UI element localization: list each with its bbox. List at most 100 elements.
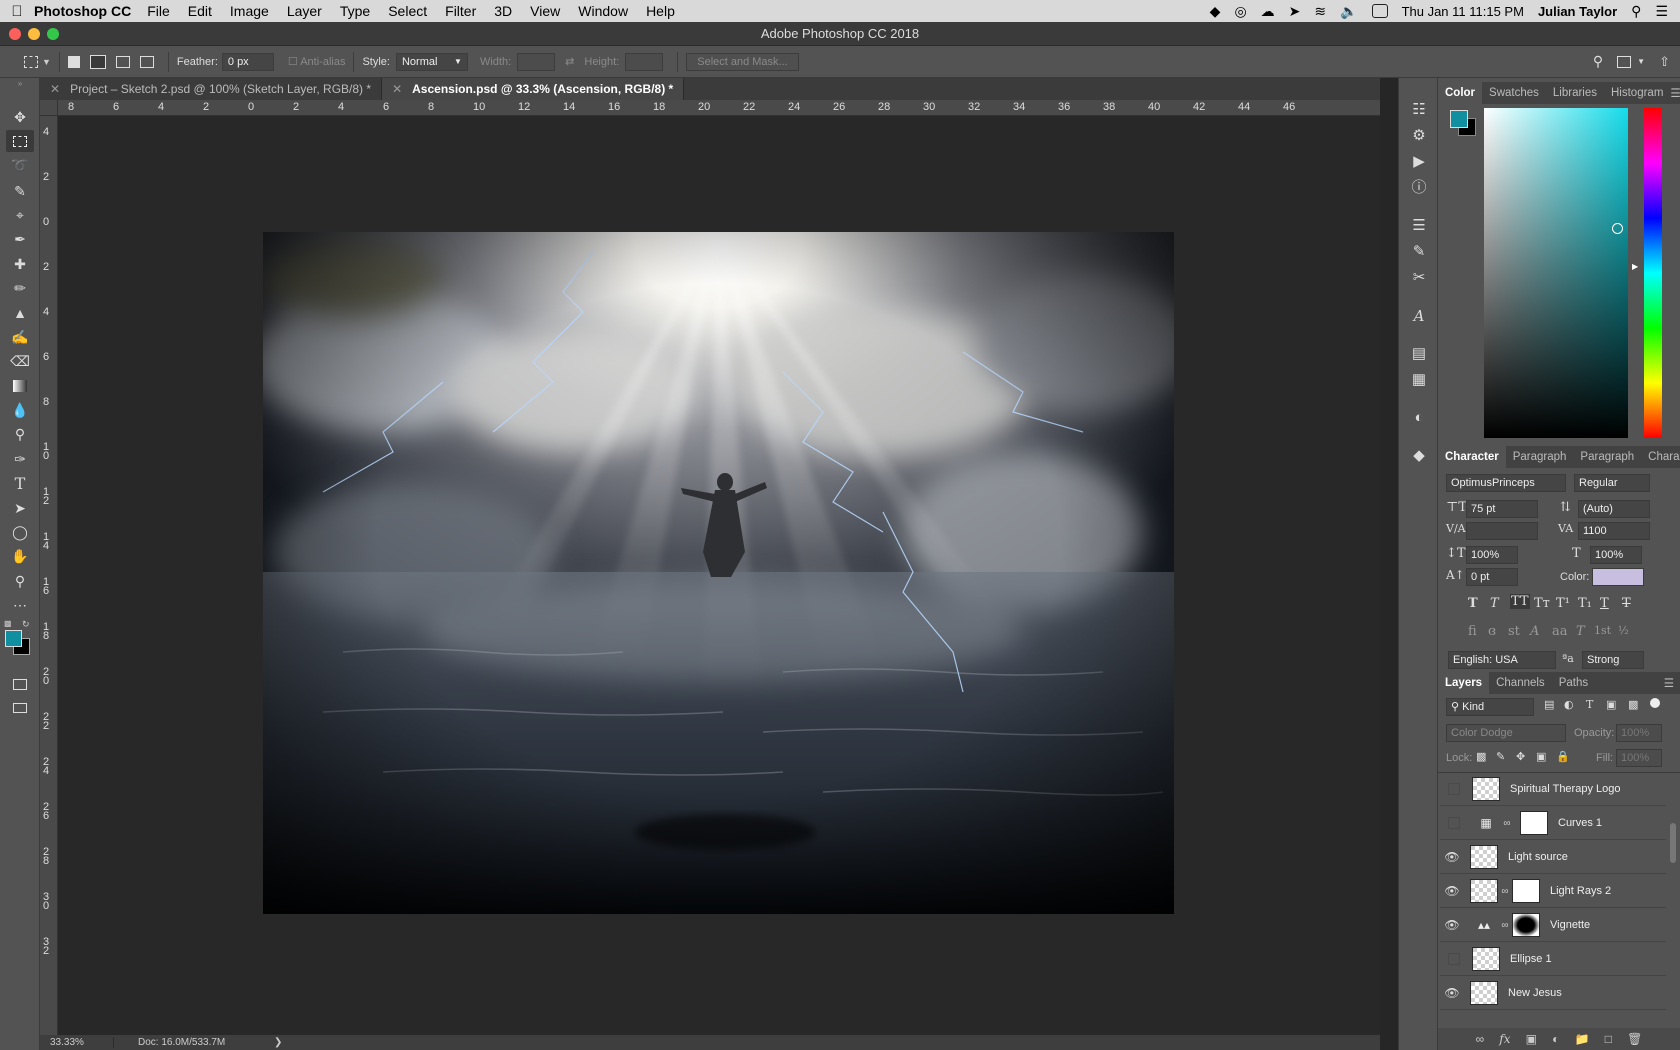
ordinals-icon[interactable]: 1st (1594, 624, 1611, 637)
volume-icon[interactable]: 🔈 (1340, 3, 1357, 20)
text-color-swatch[interactable] (1592, 568, 1644, 586)
subscript-icon[interactable]: T₁ (1578, 596, 1592, 611)
healing-brush-tool-icon[interactable]: ✚ (6, 253, 34, 275)
eye-icon[interactable]: 👁 (1440, 986, 1464, 1000)
canvas-area[interactable] (58, 116, 1380, 1035)
layer-filter-select[interactable]: ⚲ Kind (1446, 698, 1534, 716)
select-and-mask-button[interactable]: Select and Mask... (686, 52, 799, 71)
menu-3d[interactable]: 3D (494, 3, 512, 19)
tab-color[interactable]: Color (1438, 82, 1483, 104)
layer-row[interactable]: 👁 New Jesus (1440, 977, 1666, 1010)
layers-scrollbar[interactable] (1670, 823, 1676, 863)
visibility-toggle[interactable] (1448, 817, 1460, 829)
layer-row[interactable]: ▦ ∞ Curves 1 (1440, 807, 1666, 840)
layer-row[interactable]: 👁 ▴▴ ∞ Vignette (1440, 909, 1666, 942)
path-selection-tool-icon[interactable]: ➤ (6, 497, 34, 519)
layers-list[interactable]: Spiritual Therapy Logo ▦ ∞ Curves 1 👁 Li… (1438, 772, 1680, 1028)
styles-panel-icon[interactable]: ◐ (1409, 408, 1429, 428)
tab-layers[interactable]: Layers (1438, 672, 1490, 694)
glyphs-panel-icon[interactable]: A (1409, 306, 1429, 326)
blend-mode-select[interactable]: Color Dodge (1446, 724, 1566, 742)
filter-pixel-icon[interactable]: ▤ (1544, 698, 1554, 711)
battery-icon[interactable] (1371, 4, 1388, 18)
link-icon[interactable]: ∞ (1500, 818, 1514, 829)
marquee-tool-preset-icon[interactable] (24, 55, 38, 68)
anti-alias-checkbox[interactable]: ☐ Anti-alias (288, 55, 346, 68)
add-mask-icon[interactable]: ▣ (1526, 1032, 1537, 1046)
layer-name[interactable]: Ellipse 1 (1510, 953, 1552, 965)
height-input[interactable] (625, 52, 664, 71)
discretionary-ligatures-icon[interactable]: st (1508, 624, 1520, 639)
swash-icon[interactable]: A (1530, 624, 1539, 639)
dodge-tool-icon[interactable]: ⚲ (6, 423, 34, 445)
menu-image[interactable]: Image (230, 3, 269, 19)
menu-edit[interactable]: Edit (188, 3, 212, 19)
tab-character[interactable]: Character (1438, 446, 1506, 468)
titling-alternates-icon[interactable]: T (1576, 624, 1585, 639)
layer-thumbnail[interactable] (1472, 777, 1500, 801)
creative-cloud-icon[interactable]: ◎ (1234, 3, 1246, 20)
default-colors-icon[interactable]: ▩ (4, 619, 12, 628)
zoom-tool-icon[interactable]: ⚲ (6, 570, 34, 592)
chevron-down-icon[interactable]: ▼ (42, 57, 51, 67)
tab-paths[interactable]: Paths (1552, 672, 1595, 694)
menu-help[interactable]: Help (646, 3, 675, 19)
font-family-select[interactable]: OptimusPrinceps (1446, 474, 1566, 492)
font-style-select[interactable]: Regular (1574, 474, 1650, 492)
apple-icon[interactable]:  (0, 3, 34, 20)
gradient-tool-icon[interactable] (6, 375, 34, 397)
lasso-tool-icon[interactable]: ➰ (6, 154, 34, 176)
layer-name[interactable]: New Jesus (1508, 987, 1562, 999)
brush-tool-icon[interactable]: ✏ (6, 277, 34, 299)
location-icon[interactable]: ➤ (1289, 3, 1301, 20)
status-menu-arrow-icon[interactable]: ❯ (274, 1037, 282, 1048)
opacity-input[interactable]: 100% (1616, 724, 1662, 742)
layer-thumbnail[interactable] (1472, 947, 1500, 971)
menubar-clock[interactable]: Thu Jan 11 11:15 PM (1402, 4, 1524, 19)
baseline-shift-input[interactable]: 0 pt (1466, 568, 1518, 586)
add-selection-icon[interactable] (89, 54, 106, 69)
close-tab-icon[interactable]: ✕ (50, 82, 60, 96)
hue-slider-handle[interactable]: ▶ (1632, 262, 1638, 271)
paragraph-styles-icon[interactable]: ▤ (1409, 344, 1429, 364)
zoom-window-button[interactable] (47, 28, 59, 40)
lock-artboard-icon[interactable]: ▣ (1536, 750, 1546, 763)
tab-channels[interactable]: Channels (1489, 672, 1552, 694)
layer-thumbnail[interactable] (1470, 879, 1498, 903)
color-picker-handle[interactable] (1612, 223, 1623, 234)
actions-panel-icon[interactable]: ▶ (1409, 152, 1429, 172)
tab-paragraph[interactable]: Paragraph (1506, 446, 1574, 468)
info-panel-icon[interactable]: ⓘ (1409, 178, 1429, 198)
color-field[interactable] (1484, 108, 1628, 438)
dropbox-icon[interactable]: ◆ (1210, 3, 1221, 20)
search-icon[interactable]: ⚲ (1593, 53, 1603, 70)
mask-thumbnail[interactable] (1512, 913, 1540, 937)
more-tools-icon[interactable]: ⋯ (6, 594, 34, 616)
history-panel-icon[interactable]: ☷ (1409, 100, 1429, 120)
ellipse-tool-icon[interactable]: ◯ (6, 521, 34, 543)
layer-name[interactable]: Light source (1508, 851, 1568, 863)
close-window-button[interactable] (9, 28, 21, 40)
crop-tool-icon[interactable]: ⌖ (6, 204, 34, 226)
menu-window[interactable]: Window (578, 3, 628, 19)
lock-transparent-icon[interactable]: ▩ (1476, 750, 1486, 763)
menu-view[interactable]: View (530, 3, 560, 19)
underline-icon[interactable]: T (1600, 596, 1609, 611)
menu-type[interactable]: Type (340, 3, 370, 19)
swap-dimensions-icon[interactable]: ⇄ (565, 55, 574, 68)
swap-colors-icon[interactable]: ↻ (22, 619, 30, 630)
all-caps-icon[interactable]: TT (1510, 594, 1530, 609)
lock-image-icon[interactable]: ✎ (1496, 750, 1505, 763)
fractions-icon[interactable]: ½ (1618, 624, 1629, 637)
panel-menu-icon[interactable]: ☰ (1664, 676, 1674, 690)
spotlight-search-icon[interactable]: ⚲ (1631, 3, 1641, 20)
notification-center-icon[interactable]: ☰ (1655, 3, 1668, 20)
small-caps-icon[interactable]: Tт (1534, 596, 1550, 611)
notes-panel-icon[interactable]: ▦ (1409, 370, 1429, 390)
wifi-icon[interactable]: ≋ (1314, 3, 1326, 20)
ligatures-icon[interactable]: fi (1468, 624, 1477, 639)
tool-presets-icon[interactable]: ✂ (1409, 268, 1429, 288)
faux-bold-icon[interactable]: T (1468, 596, 1478, 611)
panel-menu-icon[interactable]: ☰ (1670, 86, 1680, 100)
quick-mask-icon[interactable] (6, 673, 34, 695)
